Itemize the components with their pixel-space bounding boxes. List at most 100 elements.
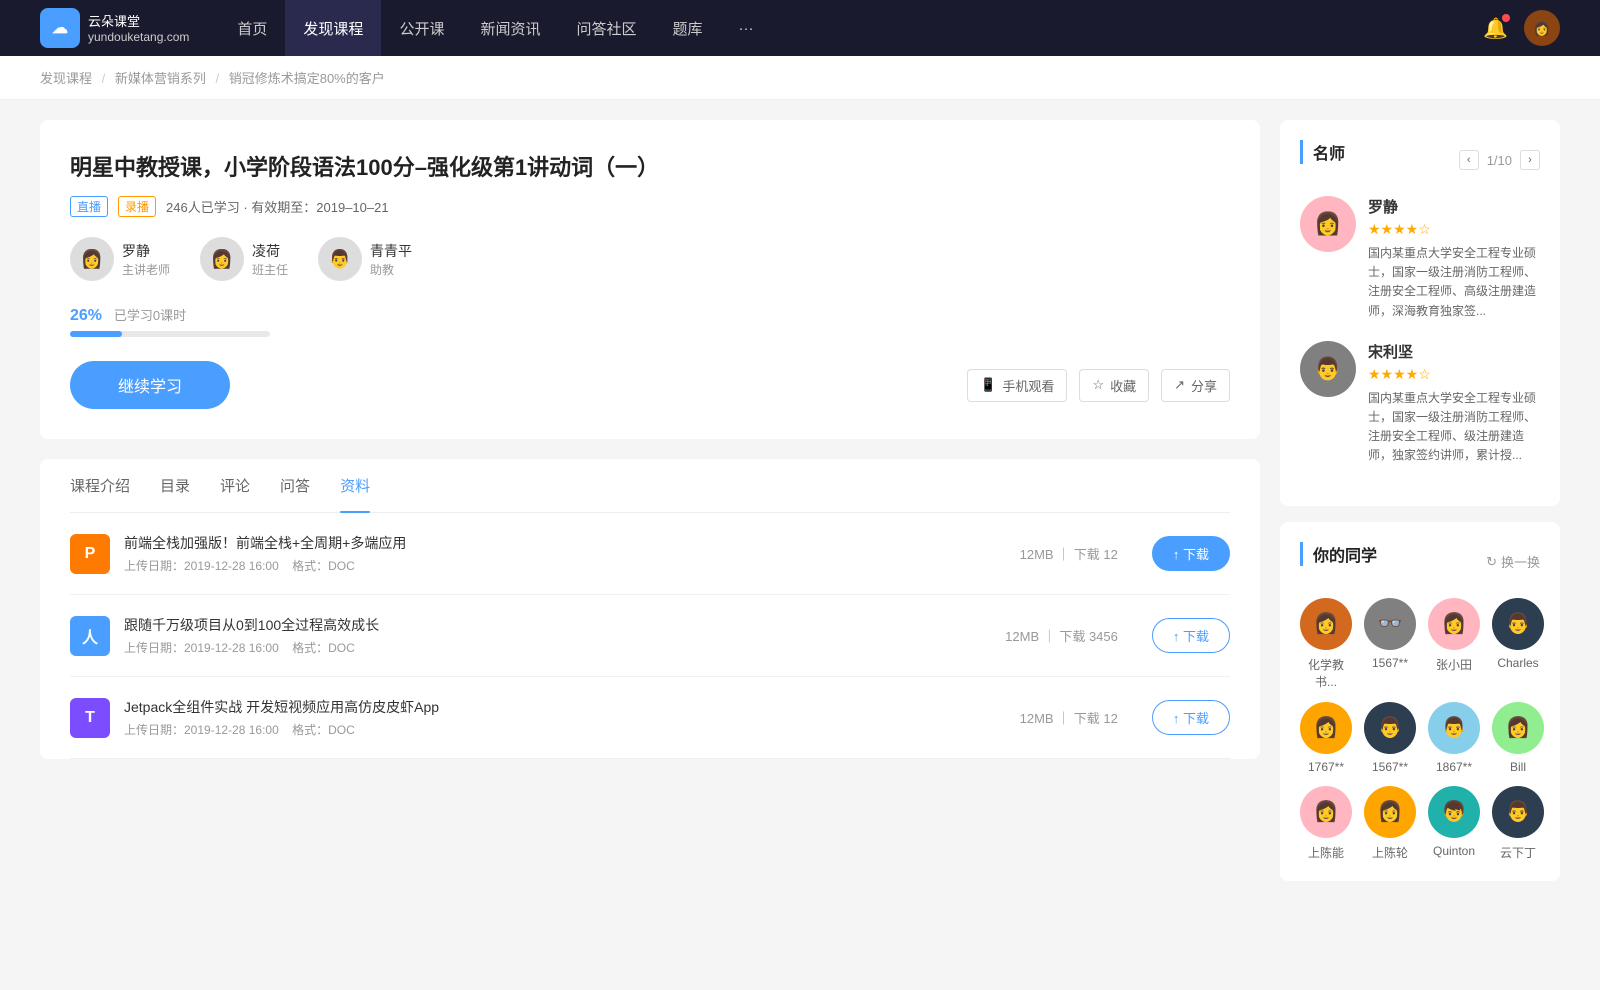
progress-bar-fill — [70, 331, 122, 337]
student-name: 上陈能 — [1308, 844, 1344, 861]
student-item-Charles[interactable]: 👨 Charles — [1492, 598, 1544, 690]
resource-meta-1: 上传日期：2019-12-28 16:00 格式：DOC — [124, 639, 991, 656]
nav-item-题库[interactable]: 题库 — [654, 0, 720, 56]
logo[interactable]: ☁ 云朵课堂 yundouketang.com — [40, 8, 189, 48]
teachers-page: 1/10 — [1487, 153, 1512, 168]
student-avatar: 👦 — [1428, 786, 1480, 838]
student-avatar: 👩 — [1300, 786, 1352, 838]
progress-sub: 已学习0课时 — [114, 308, 186, 323]
student-item-Quinton[interactable]: 👦 Quinton — [1428, 786, 1480, 861]
student-item-云下丁[interactable]: 👨 云下丁 — [1492, 786, 1544, 861]
notification-dot — [1502, 14, 1510, 22]
share-button[interactable]: ↗ 分享 — [1161, 369, 1230, 402]
student-avatar: 👩 — [1492, 702, 1544, 754]
navbar: ☁ 云朵课堂 yundouketang.com 首页发现课程公开课新闻资讯问答社… — [0, 0, 1600, 56]
students-grid: 👩 化学教书... 👓 1567** 👩 张小田 👨 Charles 👩 176… — [1300, 598, 1540, 861]
nav-item-首页[interactable]: 首页 — [219, 0, 285, 56]
sidebar-teacher-name: 宋利坚 — [1368, 341, 1540, 362]
student-item-1867**[interactable]: 👨 1867** — [1428, 702, 1480, 774]
resource-meta-2: 上传日期：2019-12-28 16:00 格式：DOC — [124, 721, 1006, 738]
breadcrumb-item-2[interactable]: 销冠修炼术搞定80%的客户 — [229, 71, 385, 86]
breadcrumb-separator: / — [212, 71, 223, 86]
breadcrumb-separator: / — [98, 71, 109, 86]
user-avatar[interactable]: 👩 — [1524, 10, 1560, 46]
teachers-sidebar-header: 名师 ‹ 1/10 › — [1300, 140, 1540, 180]
course-students: 246人已学习 · 有效期至：2019–10–21 — [166, 197, 389, 216]
tab-资料[interactable]: 资料 — [340, 459, 370, 512]
teacher-name: 罗静 — [122, 241, 170, 261]
badge-record: 录播 — [118, 196, 156, 217]
breadcrumb: 发现课程 / 新媒体营销系列 / 销冠修炼术搞定80%的客户 — [0, 56, 1600, 100]
tab-评论[interactable]: 评论 — [220, 459, 250, 512]
student-item-上陈轮[interactable]: 👩 上陈轮 — [1364, 786, 1416, 861]
download-button-0[interactable]: ↑ 下载 — [1152, 536, 1230, 571]
resource-item-2: T Jetpack全组件实战 开发短视频应用高仿皮皮虾App 上传日期：2019… — [70, 677, 1230, 759]
tab-课程介绍[interactable]: 课程介绍 — [70, 459, 130, 512]
continue-button[interactable]: 继续学习 — [70, 361, 230, 409]
nav-item-公开课[interactable]: 公开课 — [381, 0, 462, 56]
teachers-sidebar-title: 名师 — [1300, 140, 1345, 164]
breadcrumb-item-0[interactable]: 发现课程 — [40, 71, 92, 86]
refresh-button[interactable]: ↻ 换一换 — [1486, 552, 1540, 571]
student-avatar: 👩 — [1364, 786, 1416, 838]
teachers-prev-button[interactable]: ‹ — [1459, 150, 1479, 170]
teacher-avatar: 👨 — [318, 237, 362, 281]
student-item-1567**[interactable]: 👨 1567** — [1364, 702, 1416, 774]
students-header: 你的同学 ↻ 换一换 — [1300, 542, 1540, 582]
teachers-next-button[interactable]: › — [1520, 150, 1540, 170]
student-item-张小田[interactable]: 👩 张小田 — [1428, 598, 1480, 690]
sidebar-teacher-avatar: 👩 — [1300, 196, 1356, 252]
sidebar-teacher-desc: 国内某重点大学安全工程专业硕士，国家一级注册消防工程师、注册安全工程师、级注册建… — [1368, 389, 1540, 466]
student-avatar: 👩 — [1428, 598, 1480, 650]
student-item-化学教书...[interactable]: 👩 化学教书... — [1300, 598, 1352, 690]
sidebar-teacher-name: 罗静 — [1368, 196, 1540, 217]
student-item-1767**[interactable]: 👩 1767** — [1300, 702, 1352, 774]
students-sidebar-card: 你的同学 ↻ 换一换 👩 化学教书... 👓 1567** 👩 张小田 👨 Ch… — [1280, 522, 1560, 881]
student-item-Bill[interactable]: 👩 Bill — [1492, 702, 1544, 774]
teacher-info: 青青平 助教 — [370, 241, 412, 278]
logo-icon: ☁ — [40, 8, 80, 48]
resource-name-0: 前端全栈加强版！前端全栈+全周期+多端应用 — [124, 533, 1006, 553]
student-avatar: 👩 — [1300, 702, 1352, 754]
progress-label: 26% — [70, 307, 102, 324]
teachers-pagination: ‹ 1/10 › — [1459, 150, 1540, 170]
student-name: 上陈轮 — [1372, 844, 1408, 861]
notification-bell[interactable]: 🔔 — [1483, 16, 1508, 41]
mobile-watch-button[interactable]: 📱 手机观看 — [967, 369, 1067, 402]
student-name: Charles — [1497, 656, 1538, 670]
share-icon: ↗ — [1174, 377, 1185, 393]
sidebar-teacher-stars: ★★★★☆ — [1368, 366, 1540, 383]
teacher-role: 助教 — [370, 261, 412, 278]
nav-item-···[interactable]: ··· — [721, 0, 772, 56]
teacher-role: 班主任 — [252, 261, 288, 278]
teacher-info: 凌荷 班主任 — [252, 241, 288, 278]
student-name: 1767** — [1308, 760, 1344, 774]
breadcrumb-item-1[interactable]: 新媒体营销系列 — [115, 71, 206, 86]
student-avatar: 👨 — [1492, 598, 1544, 650]
resource-item-0: P 前端全栈加强版！前端全栈+全周期+多端应用 上传日期：2019-12-28 … — [70, 513, 1230, 595]
teacher-name: 凌荷 — [252, 241, 288, 261]
nav-item-发现课程[interactable]: 发现课程 — [285, 0, 381, 56]
nav-item-新闻资讯[interactable]: 新闻资讯 — [462, 0, 558, 56]
nav-item-问答社区[interactable]: 问答社区 — [558, 0, 654, 56]
student-item-1567**[interactable]: 👓 1567** — [1364, 598, 1416, 690]
download-button-1[interactable]: ↑ 下载 — [1152, 618, 1230, 653]
student-avatar: 👩 — [1300, 598, 1352, 650]
student-item-上陈能[interactable]: 👩 上陈能 — [1300, 786, 1352, 861]
refresh-icon: ↻ — [1486, 554, 1497, 570]
teacher-name: 青青平 — [370, 241, 412, 261]
teachers-row: 👩 罗静 主讲老师 👩 凌荷 班主任 👨 青青平 助教 — [70, 237, 1230, 281]
collect-button[interactable]: ☆ 收藏 — [1079, 369, 1149, 402]
course-card: 明星中教授课，小学阶段语法100分–强化级第1讲动词（一） 直播 录播 246人… — [40, 120, 1260, 439]
download-button-2[interactable]: ↑ 下载 — [1152, 700, 1230, 735]
tab-目录[interactable]: 目录 — [160, 459, 190, 512]
nav-right: 🔔 👩 — [1483, 10, 1560, 46]
resource-icon-2: T — [70, 698, 110, 738]
tabs: 课程介绍目录评论问答资料 — [70, 459, 1230, 513]
teacher-avatar: 👩 — [70, 237, 114, 281]
resource-name-1: 跟随千万级项目从0到100全过程高效成长 — [124, 615, 991, 635]
tab-问答[interactable]: 问答 — [280, 459, 310, 512]
student-avatar: 👨 — [1492, 786, 1544, 838]
resource-icon-0: P — [70, 534, 110, 574]
student-name: 1867** — [1436, 760, 1472, 774]
